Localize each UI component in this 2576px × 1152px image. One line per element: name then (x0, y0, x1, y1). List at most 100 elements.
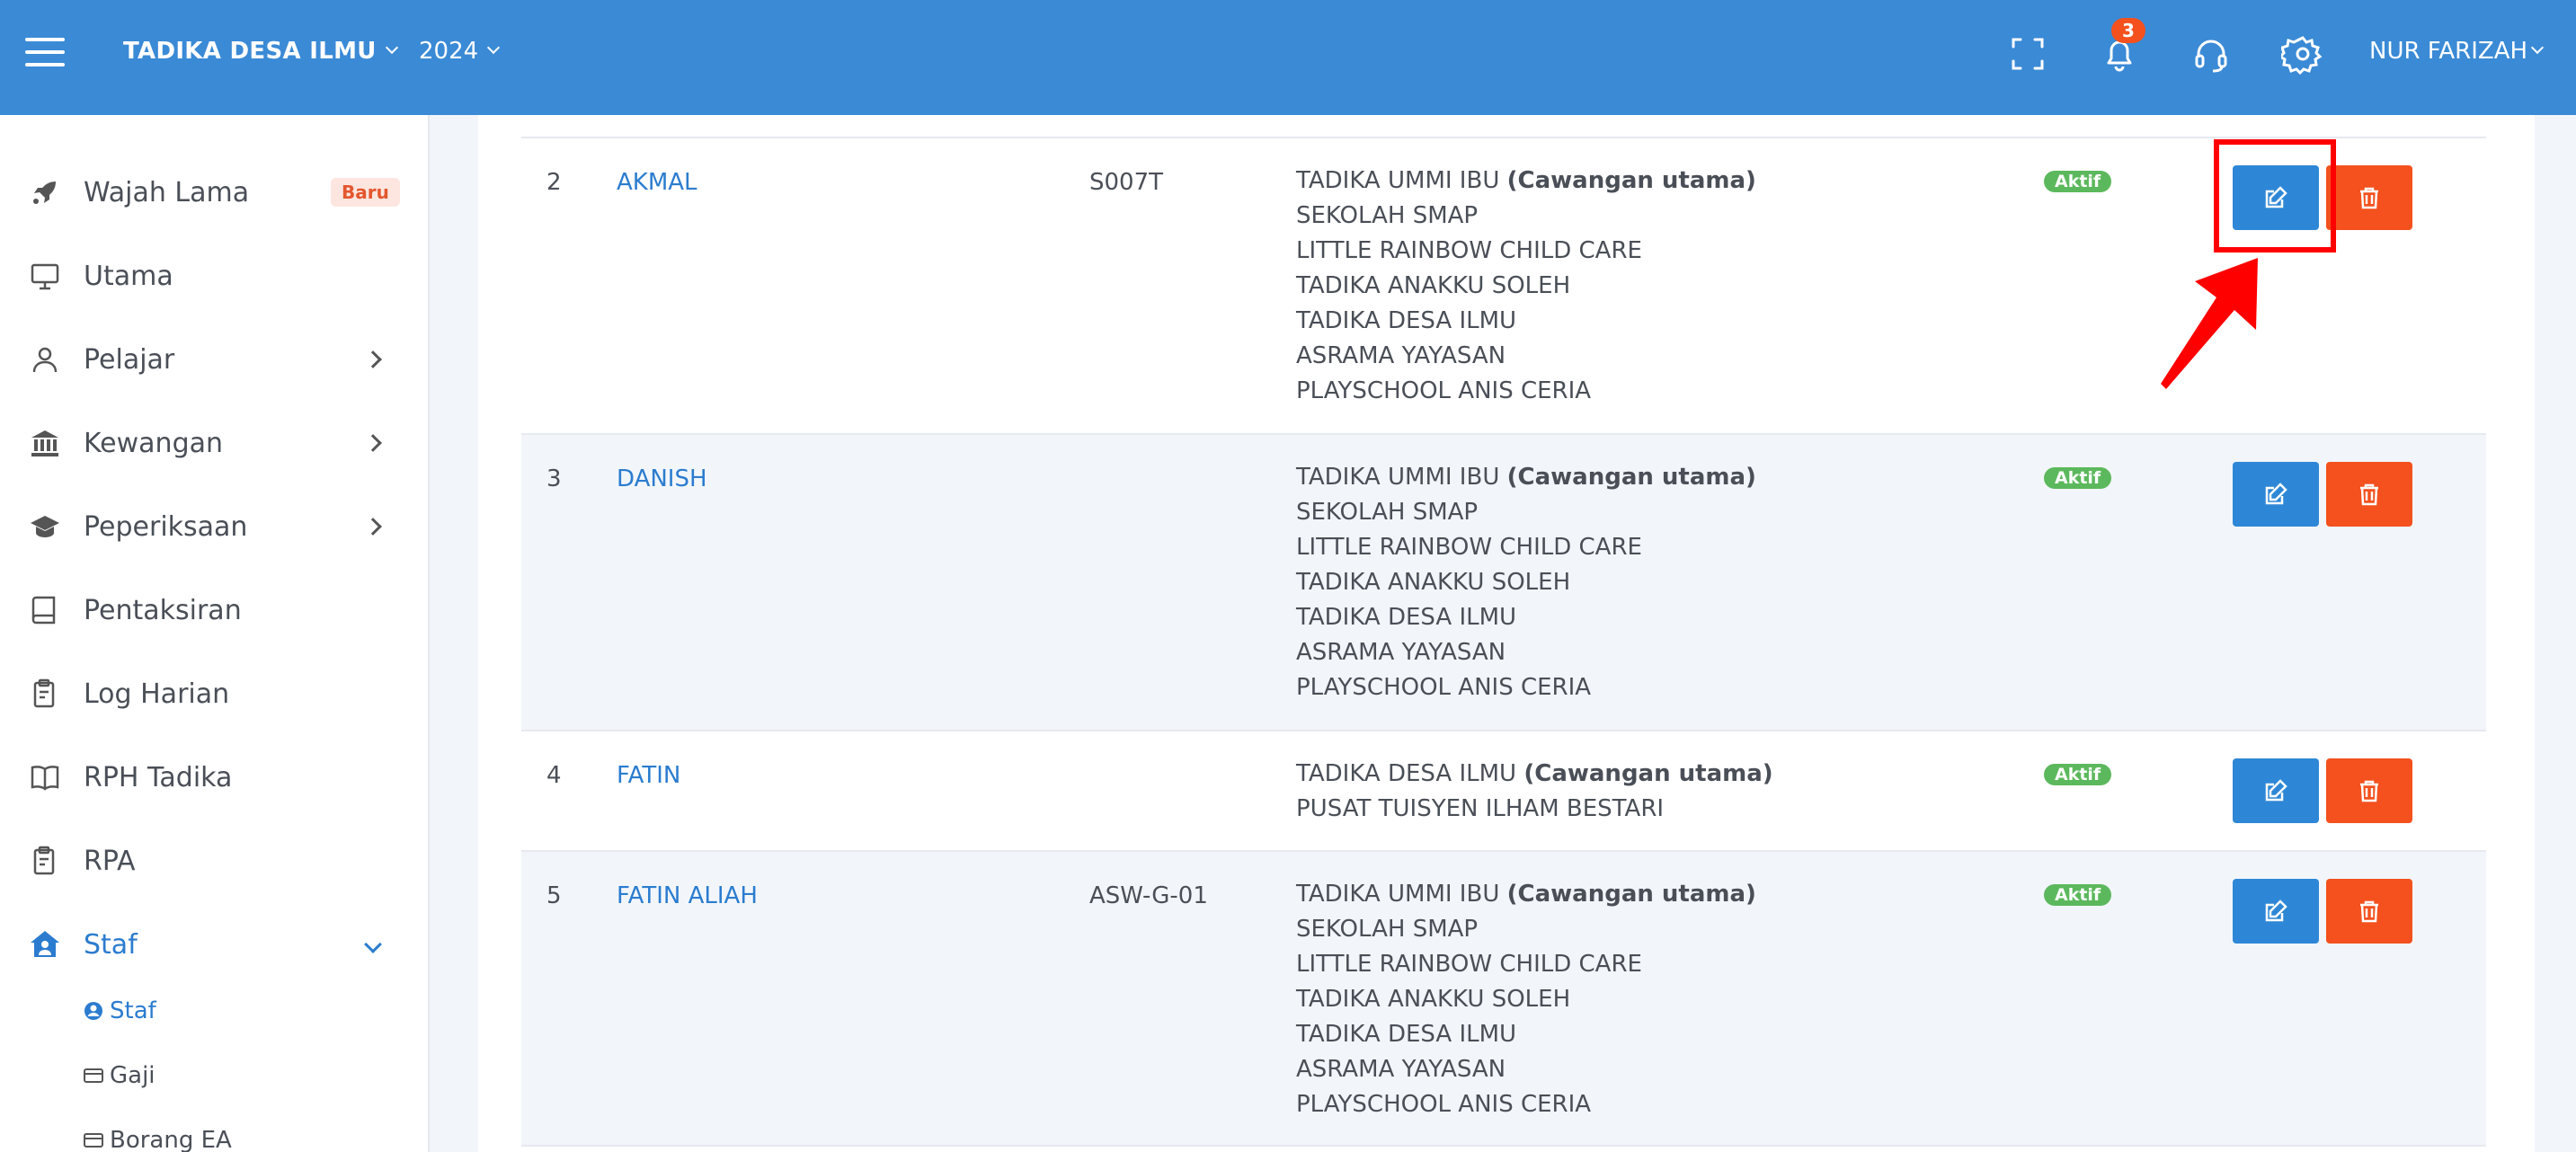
branch-list: TADIKA DESA ILMU (Cawangan utama) PUSAT … (1296, 757, 1773, 827)
chevron-right-icon (364, 518, 382, 536)
sidebar-item-peperiksaan[interactable]: Peperiksaan (0, 491, 430, 563)
trash-icon (2360, 780, 2378, 802)
staff-name-link[interactable]: DANISH (617, 465, 707, 492)
monitor-icon (29, 260, 61, 292)
school-selector[interactable]: TADIKA DESA ILMU (123, 38, 398, 65)
branch-list: TADIKA UMMI IBU (Cawangan utama) SEKOLAH… (1296, 877, 1756, 1122)
sidebar-item-kewangan[interactable]: Kewangan (0, 407, 430, 479)
branch-item: ASRAMA YAYASAN (1296, 639, 1506, 666)
delete-button[interactable] (2326, 462, 2412, 527)
main-branch: TADIKA UMMI IBU (Cawangan utama) (1296, 167, 1756, 194)
branch-item: TADIKA ANAKKU SOLEH (1296, 986, 1571, 1013)
sidebar-item-pelajar[interactable]: Pelajar (0, 323, 430, 395)
edit-icon (2265, 779, 2287, 802)
row-number: 3 (546, 465, 562, 492)
table-row: 3 DANISH TADIKA UMMI IBU (Cawangan utama… (521, 433, 2486, 730)
delete-button[interactable] (2326, 165, 2412, 230)
sidebar-item-label: RPH Tadika (84, 761, 233, 793)
delete-button[interactable] (2326, 879, 2412, 944)
sidebar-item-label: Staf (84, 928, 138, 961)
sidebar-subitem-staf[interactable]: Staf (83, 997, 156, 1024)
edit-button[interactable] (2233, 462, 2319, 527)
bank-icon (29, 427, 61, 459)
branch-item: PUSAT TUISYEN ILHAM BESTARI (1296, 795, 1665, 822)
sidebar-item-label: Pentaksiran (84, 594, 242, 626)
main-branch: TADIKA UMMI IBU (Cawangan utama) (1296, 881, 1756, 908)
sidebar: Wajah Lama Baru Utama Pelajar Kewangan P… (0, 115, 430, 1152)
menu-toggle-icon[interactable] (25, 38, 65, 68)
sidebar-subitem-label: Borang EA (110, 1127, 232, 1152)
staff-code: ASW-G-01 (1089, 882, 1208, 909)
status-badge: Aktif (2044, 884, 2112, 906)
branch-item: ASRAMA YAYASAN (1296, 342, 1506, 369)
edit-button[interactable] (2233, 879, 2319, 944)
branch-item: PLAYSCHOOL ANIS CERIA (1296, 1091, 1592, 1118)
staff-name-link[interactable]: AKMAL (617, 169, 697, 196)
sidebar-item-pentaksiran[interactable]: Pentaksiran (0, 574, 430, 646)
year-selector[interactable]: 2024 (419, 38, 501, 65)
sidebar-item-label: Peperiksaan (84, 510, 248, 543)
status-badge: Aktif (2044, 764, 2112, 785)
sidebar-item-label: RPA (84, 845, 136, 877)
sidebar-item-rph-tadika[interactable]: RPH Tadika (0, 741, 430, 813)
fullscreen-icon[interactable] (2006, 32, 2049, 75)
sidebar-item-wajah-lama[interactable]: Wajah Lama Baru (0, 156, 430, 228)
new-badge: Baru (331, 178, 400, 207)
sidebar-item-rpa[interactable]: RPA (0, 825, 430, 897)
branch-item: TADIKA ANAKKU SOLEH (1296, 272, 1571, 299)
sidebar-subitem-label: Staf (110, 997, 156, 1024)
branch-item: PLAYSCHOOL ANIS CERIA (1296, 674, 1592, 701)
branch-item: TADIKA DESA ILMU (1296, 1021, 1517, 1048)
sidebar-item-utama[interactable]: Utama (0, 240, 430, 312)
branch-item: ASRAMA YAYASAN (1296, 1056, 1506, 1083)
sidebar-subitem-gaji[interactable]: Gaji (83, 1062, 155, 1089)
chevron-down-icon (2530, 40, 2545, 55)
sidebar-subitem-borang-ea[interactable]: Borang EA (83, 1127, 232, 1152)
edit-icon (2265, 483, 2287, 505)
sidebar-item-label: Utama (84, 260, 173, 292)
main-branch: TADIKA DESA ILMU (Cawangan utama) (1296, 760, 1773, 787)
year-value: 2024 (419, 38, 479, 65)
house-user-icon (29, 928, 61, 961)
user-name: NUR FARIZAH (2369, 38, 2528, 65)
branch-item: SEKOLAH SMAP (1296, 916, 1479, 943)
main-branch-tag: (Cawangan utama) (1523, 760, 1773, 787)
edit-button[interactable] (2233, 758, 2319, 823)
notification-badge: 3 (2111, 18, 2145, 43)
sidebar-subitem-label: Gaji (110, 1062, 155, 1089)
staff-name-link[interactable]: FATIN (617, 762, 680, 789)
main-branch-tag: (Cawangan utama) (1506, 464, 1756, 491)
user-menu[interactable]: NUR FARIZAH (2369, 38, 2545, 65)
top-bar: TADIKA DESA ILMU 2024 3 NUR FARIZAH (0, 0, 2576, 115)
gear-icon[interactable] (2278, 32, 2324, 75)
table-row: 5 FATIN ALIAH ASW-G-01 TADIKA UMMI IBU (… (521, 850, 2486, 1147)
main-branch-tag: (Cawangan utama) (1506, 167, 1756, 194)
trash-icon (2360, 483, 2378, 506)
book-icon (29, 594, 61, 626)
trash-icon (2360, 187, 2378, 209)
sidebar-item-staf[interactable]: Staf (0, 908, 430, 980)
delete-button[interactable] (2326, 758, 2412, 823)
staff-code: S007T (1089, 169, 1164, 196)
row-number: 4 (546, 762, 562, 789)
school-name: TADIKA DESA ILMU (123, 38, 377, 65)
branch-item: LITTLE RAINBOW CHILD CARE (1296, 534, 1642, 561)
headset-icon[interactable] (2190, 32, 2233, 75)
sidebar-item-log-harian[interactable]: Log Harian (0, 658, 430, 730)
chevron-down-icon (385, 40, 398, 55)
branch-list: TADIKA UMMI IBU (Cawangan utama) SEKOLAH… (1296, 460, 1756, 705)
branch-item: TADIKA DESA ILMU (1296, 307, 1517, 334)
branch-item: LITTLE RAINBOW CHILD CARE (1296, 237, 1642, 264)
chevron-down-icon (487, 40, 501, 55)
main-branch-tag: (Cawangan utama) (1506, 881, 1756, 908)
staff-name-link[interactable]: FATIN ALIAH (617, 882, 758, 909)
branch-item: PLAYSCHOOL ANIS CERIA (1296, 377, 1592, 404)
chevron-right-icon (364, 350, 382, 368)
row-number: 2 (546, 169, 562, 196)
main-branch: TADIKA UMMI IBU (Cawangan utama) (1296, 464, 1756, 491)
branch-item: TADIKA ANAKKU SOLEH (1296, 569, 1571, 596)
clipboard-icon (29, 678, 61, 710)
sidebar-item-label: Wajah Lama (84, 176, 250, 208)
graduation-cap-icon (29, 510, 61, 543)
card-icon (84, 1068, 103, 1083)
